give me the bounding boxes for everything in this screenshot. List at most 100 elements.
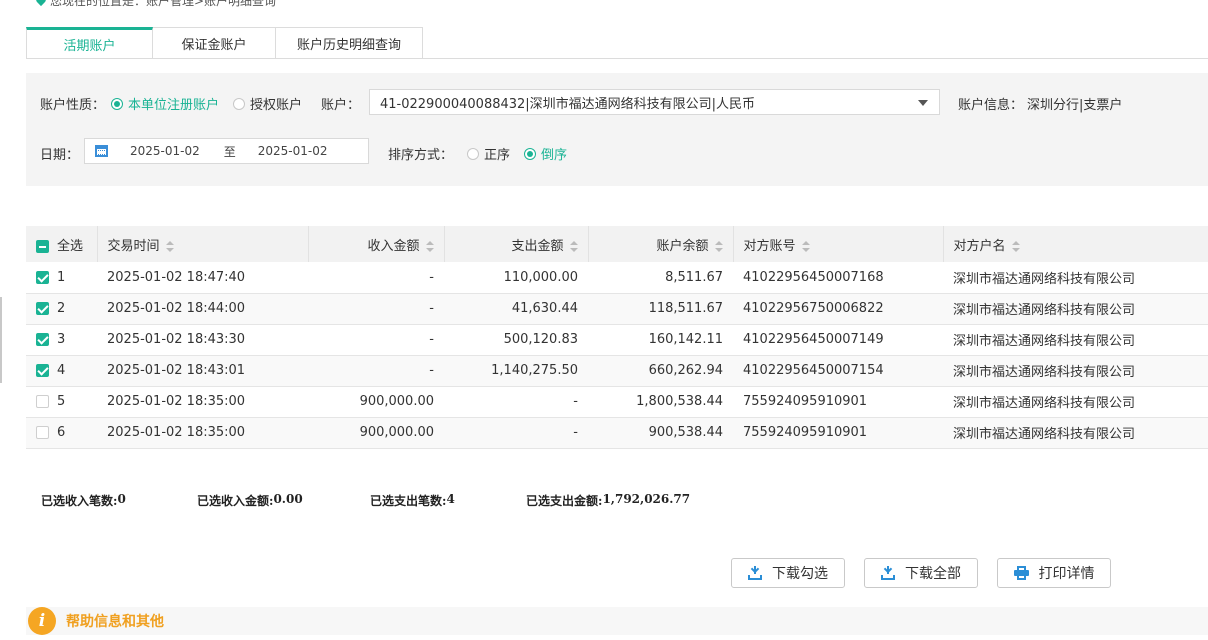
chevron-down-icon: [918, 100, 928, 106]
col-header-counter-account[interactable]: 对方账号: [733, 226, 944, 262]
col-header-time[interactable]: 交易时间: [97, 226, 309, 262]
cell-time: 2025-01-02 18:44:00: [107, 301, 246, 316]
cell-counter-name: 深圳市福达通网络科技有限公司: [953, 365, 1136, 380]
cell-time: 2025-01-02 18:35:00: [107, 425, 246, 440]
col-header-income[interactable]: 收入金额: [308, 226, 445, 262]
cell-counter-account: 41022956450007168: [743, 269, 884, 285]
cell-income: -: [429, 363, 434, 378]
table-row[interactable]: 1 2025-01-02 18:47:40 - 110,000.00 8,511…: [26, 262, 1208, 293]
row-number: 3: [57, 332, 66, 347]
print-detail-button[interactable]: 打印详情: [997, 558, 1111, 588]
table-row[interactable]: 3 2025-01-02 18:43:30 - 500,120.83 160,1…: [26, 324, 1208, 355]
col-header-expense[interactable]: 支出金额: [444, 226, 589, 262]
row-checkbox[interactable]: [36, 364, 49, 377]
sort-icon[interactable]: [1011, 240, 1020, 252]
col-header-counter-name[interactable]: 对方户名: [943, 226, 1208, 262]
row-number: 2: [57, 301, 66, 316]
date-from[interactable]: 2025-01-02: [130, 144, 200, 158]
cell-time: 2025-01-02 18:43:01: [107, 363, 246, 378]
printer-icon: [1013, 566, 1029, 580]
help-title: 帮助信息和其他: [66, 614, 164, 630]
radio-sort-desc-label: 倒序: [541, 148, 568, 163]
radio-sort-desc[interactable]: 倒序: [524, 144, 567, 163]
summary-expense-count: 已选支出笔数: 4: [370, 492, 526, 509]
radio-registered-account[interactable]: 本单位注册账户: [111, 94, 219, 113]
row-checkbox[interactable]: [36, 395, 49, 408]
info-icon: i: [28, 607, 56, 635]
tab-bar: 活期账户 保证金账户 账户历史明细查询: [26, 27, 423, 59]
cell-counter-account: 41022956750006822: [743, 301, 884, 316]
sort-icon[interactable]: [801, 240, 810, 252]
table-row[interactable]: 2 2025-01-02 18:44:00 - 41,630.44 118,51…: [26, 293, 1208, 324]
cell-counter-account: 41022956450007154: [743, 363, 884, 378]
col-header-balance-label: 账户余额: [656, 238, 709, 254]
row-checkbox[interactable]: [36, 426, 49, 439]
sort-icon[interactable]: [569, 240, 578, 252]
radio-authorized-account[interactable]: 授权账户: [233, 94, 302, 113]
col-header-counter-name-label: 对方户名: [953, 238, 1006, 254]
date-to[interactable]: 2025-01-02: [258, 144, 328, 158]
account-select[interactable]: 41-022900040088432|深圳市福达通网络科技有限公司|人民币: [369, 89, 940, 115]
date-separator: 至: [223, 144, 236, 159]
summary-label: 已选支出笔数:: [370, 494, 447, 508]
left-edge-marker: [0, 297, 2, 383]
radio-off-icon: [467, 147, 480, 160]
col-header-counter-account-label: 对方账号: [743, 238, 796, 254]
row-checkbox[interactable]: [36, 333, 49, 346]
summary-value: 1,792,026.77: [602, 492, 691, 506]
sort-icon[interactable]: [425, 240, 434, 252]
col-header-balance[interactable]: 账户余额: [588, 226, 734, 262]
cell-counter-name: 深圳市福达通网络科技有限公司: [953, 427, 1136, 442]
cell-counter-name: 深圳市福达通网络科技有限公司: [953, 396, 1136, 411]
date-row: 日期：: [40, 144, 79, 163]
date-label: 日期：: [40, 148, 80, 163]
download-all-button[interactable]: 下载全部: [864, 558, 978, 588]
help-section[interactable]: i 帮助信息和其他: [26, 607, 1208, 635]
sort-icon[interactable]: [714, 240, 723, 252]
row-number: 4: [57, 363, 66, 378]
select-all-cell[interactable]: 全选: [26, 226, 98, 262]
tab-current-account[interactable]: 活期账户: [26, 27, 153, 59]
col-header-time-label: 交易时间: [107, 238, 160, 254]
download-all-label: 下载全部: [905, 566, 961, 582]
filter-panel: 账户性质： 本单位注册账户 授权账户 账户： 41-02290004008843…: [26, 73, 1208, 186]
cell-time: 2025-01-02 18:47:40: [107, 269, 246, 285]
breadcrumb-text: 您现在的位置是：账户管理>账户明细查询: [50, 0, 277, 8]
col-header-income-label: 收入金额: [367, 238, 420, 254]
date-range-input[interactable]: 2025-01-02 至 2025-01-02: [84, 138, 369, 164]
summary-income-count: 已选收入笔数: 0: [41, 492, 197, 509]
select-all-label: 全选: [57, 238, 84, 254]
cell-expense: 500,120.83: [503, 332, 578, 347]
col-header-expense-label: 支出金额: [511, 238, 564, 254]
account-info: 账户信息： 深圳分行|支票户: [958, 94, 1122, 113]
download-icon: [748, 566, 762, 580]
tab-history-query[interactable]: 账户历史明细查询: [276, 27, 423, 59]
table-header: 全选 交易时间 收入金额 支出金额 账户余额 对方账号 对方户名: [26, 226, 1208, 262]
download-selected-button[interactable]: 下载勾选: [731, 558, 845, 588]
location-pin-icon: [36, 0, 46, 6]
table-row[interactable]: 4 2025-01-02 18:43:01 - 1,140,275.50 660…: [26, 355, 1208, 386]
cell-counter-account: 755924095910901: [743, 394, 868, 409]
sort-row: 排序方式： 正序 倒序: [388, 144, 567, 163]
cell-counter-account: 41022956450007149: [743, 332, 884, 347]
summary-value: 0: [117, 492, 126, 506]
select-all-checkbox[interactable]: [36, 239, 49, 253]
cell-income: -: [429, 332, 434, 347]
account-info-value: 深圳分行|支票户: [1027, 98, 1123, 113]
download-icon: [881, 566, 895, 580]
row-checkbox[interactable]: [36, 302, 49, 315]
table-row[interactable]: 6 2025-01-02 18:35:00 900,000.00 - 900,5…: [26, 417, 1208, 448]
table-row[interactable]: 5 2025-01-02 18:35:00 900,000.00 - 1,800…: [26, 386, 1208, 417]
radio-sort-asc[interactable]: 正序: [467, 144, 510, 163]
cell-expense: -: [573, 394, 578, 409]
sort-label: 排序方式：: [388, 148, 454, 163]
tab-deposit-account[interactable]: 保证金账户: [153, 27, 276, 59]
row-number: 1: [57, 269, 66, 285]
radio-on-icon: [524, 147, 537, 160]
account-label: 账户：: [321, 98, 361, 113]
sort-icon[interactable]: [165, 240, 174, 252]
cell-income: 900,000.00: [359, 425, 434, 440]
selection-summary: 已选收入笔数: 0 已选收入金额: 0.00 已选支出笔数: 4 已选支出金额:…: [41, 492, 690, 509]
row-checkbox[interactable]: [36, 270, 49, 284]
cell-counter-account: 755924095910901: [743, 425, 868, 440]
